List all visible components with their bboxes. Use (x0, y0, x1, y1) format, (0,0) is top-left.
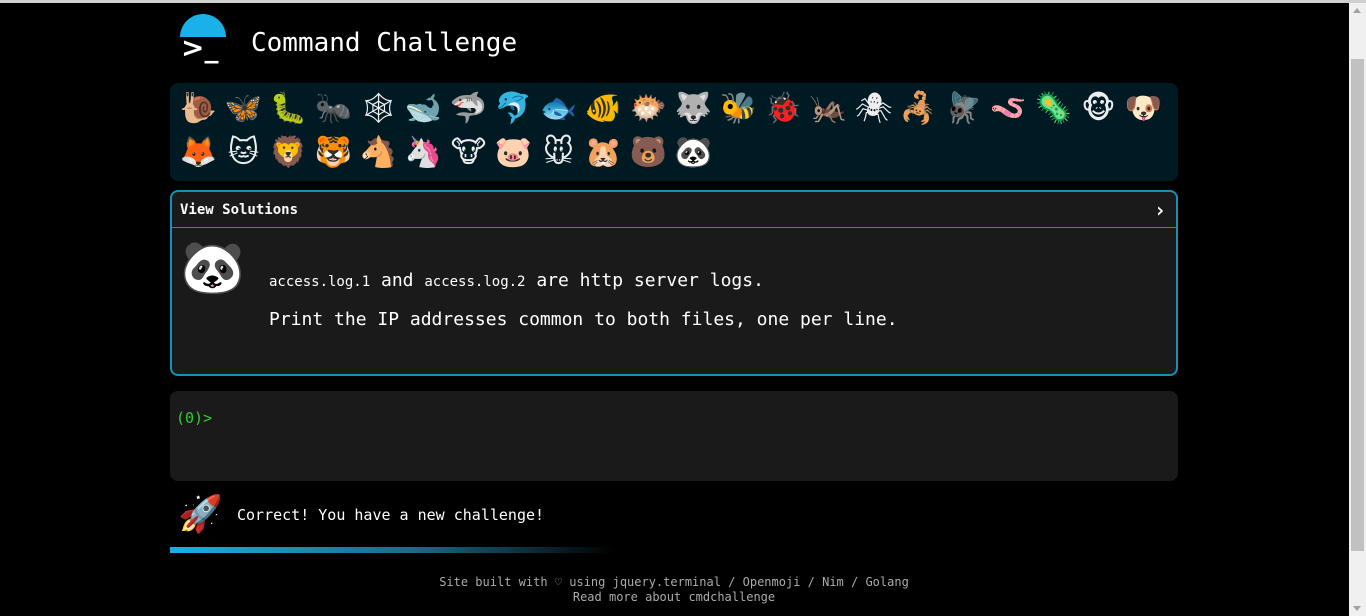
scroll-down-icon[interactable] (1353, 606, 1361, 611)
worm-icon[interactable]: 🪱 (987, 87, 1031, 131)
footer-links[interactable]: using jquery.terminal / Openmoji / Nim /… (562, 575, 909, 589)
progress-bar (170, 547, 614, 553)
scorpion-icon[interactable]: 🦂 (897, 87, 941, 131)
are-text: are http server logs. (525, 270, 764, 291)
filename-code: access.log.2 (424, 274, 526, 290)
cat-icon[interactable]: 🐱 (222, 131, 266, 175)
bee-icon[interactable]: 🐝 (717, 87, 761, 131)
footer: Site built with ♡ using jquery.terminal … (170, 575, 1178, 605)
blowfish-icon[interactable]: 🐡 (627, 87, 671, 131)
panda-icon: 🐼 (180, 238, 245, 298)
rocket-icon: 🚀 (178, 494, 223, 535)
spider-icon[interactable]: 🕷 (852, 87, 896, 131)
scrollbar[interactable] (1349, 3, 1366, 616)
footer-line2: Read more about cmdchallenge (170, 590, 1178, 605)
dog-icon[interactable]: 🐶 (1122, 87, 1166, 131)
tropical-fish-icon[interactable]: 🐠 (582, 87, 626, 131)
microbe-icon[interactable]: 🦠 (1032, 87, 1076, 131)
cow-icon[interactable]: 🐮 (447, 131, 491, 175)
mouse-icon[interactable]: 🐭 (537, 131, 581, 175)
challenge-instruction: Print the IP addresses common to both fi… (269, 309, 898, 330)
window-top-border (0, 0, 1366, 3)
fish-icon[interactable]: 🐟 (537, 87, 581, 131)
prompt-symbol: > (203, 409, 213, 427)
view-solutions-label: View Solutions (180, 202, 299, 218)
result-message: Correct! You have a new challenge! (237, 506, 545, 524)
scrollbar-thumb[interactable] (1351, 59, 1364, 551)
ant-icon[interactable]: 🐜 (312, 87, 356, 131)
exit-code: (0) (176, 409, 204, 427)
scroll-up-icon[interactable] (1353, 8, 1361, 13)
butterfly-icon[interactable]: 🦋 (222, 87, 266, 131)
chevron-right-icon[interactable]: › (1154, 198, 1166, 222)
logo-prompt: >_ (181, 31, 219, 64)
caterpillar-icon[interactable]: 🐛 (267, 87, 311, 131)
result-banner: 🚀 Correct! You have a new challenge! (178, 492, 878, 538)
view-solutions-toggle[interactable]: View Solutions › (172, 192, 1176, 228)
terminal[interactable]: (0)> (170, 391, 1178, 481)
horse-icon[interactable]: 🐴 (357, 131, 401, 175)
lady-beetle-icon[interactable]: 🐞 (762, 87, 806, 131)
footer-prefix: Site built with (439, 575, 555, 589)
challenge-description: access.log.1 and access.log.2 are http s… (269, 270, 1149, 348)
panda-icon[interactable]: 🐼 (672, 131, 716, 175)
challenge-text-line1: access.log.1 and access.log.2 are http s… (269, 270, 1149, 291)
site-header: >_ Command Challenge (178, 14, 778, 74)
shark-icon[interactable]: 🦈 (447, 87, 491, 131)
whale-icon[interactable]: 🐋 (402, 87, 446, 131)
snail-icon[interactable]: 🐌 (177, 87, 221, 131)
challenge-picker: 🐌 🦋 🐛 🐜 🕸 🐋 🦈 🐬 🐟 🐠 🐡 🐺 🐝 🐞 🦗 🕷 🦂 🪰 🪱 🦠 🐵 🐶 🦊 🐱 🦁 🐯 🐴 🦄 🐮 🐷 🐭 🐹 🐻 🐼 (170, 83, 1178, 181)
chimpanzee-icon[interactable]: 🐵 (1077, 87, 1121, 131)
challenge-panel: View Solutions › 🐼 access.log.1 and acce… (170, 190, 1178, 376)
cricket-icon[interactable]: 🦗 (807, 87, 851, 131)
dolphin-icon[interactable]: 🐬 (492, 87, 536, 131)
hamster-icon[interactable]: 🐹 (582, 131, 626, 175)
logo-icon[interactable]: >_ (178, 14, 228, 64)
unicorn-icon[interactable]: 🦄 (402, 131, 446, 175)
lion-icon[interactable]: 🦁 (267, 131, 311, 175)
tiger-icon[interactable]: 🐯 (312, 131, 356, 175)
pig-icon[interactable]: 🐷 (492, 131, 536, 175)
and-text: and (370, 270, 425, 291)
bear-icon[interactable]: 🐻 (627, 131, 671, 175)
spider-web-icon[interactable]: 🕸 (357, 87, 401, 131)
read-more-link[interactable]: Read more about cmdchallenge (573, 590, 775, 604)
fox-icon[interactable]: 🦊 (177, 131, 221, 175)
terminal-prompt: (0)> (176, 409, 212, 427)
wolf-icon[interactable]: 🐺 (672, 87, 716, 131)
footer-line1: Site built with ♡ using jquery.terminal … (170, 575, 1178, 590)
fly-icon[interactable]: 🪰 (942, 87, 986, 131)
heart-icon: ♡ (554, 575, 563, 589)
filename-code: access.log.1 (269, 274, 371, 290)
page-title: Command Challenge (251, 28, 518, 58)
